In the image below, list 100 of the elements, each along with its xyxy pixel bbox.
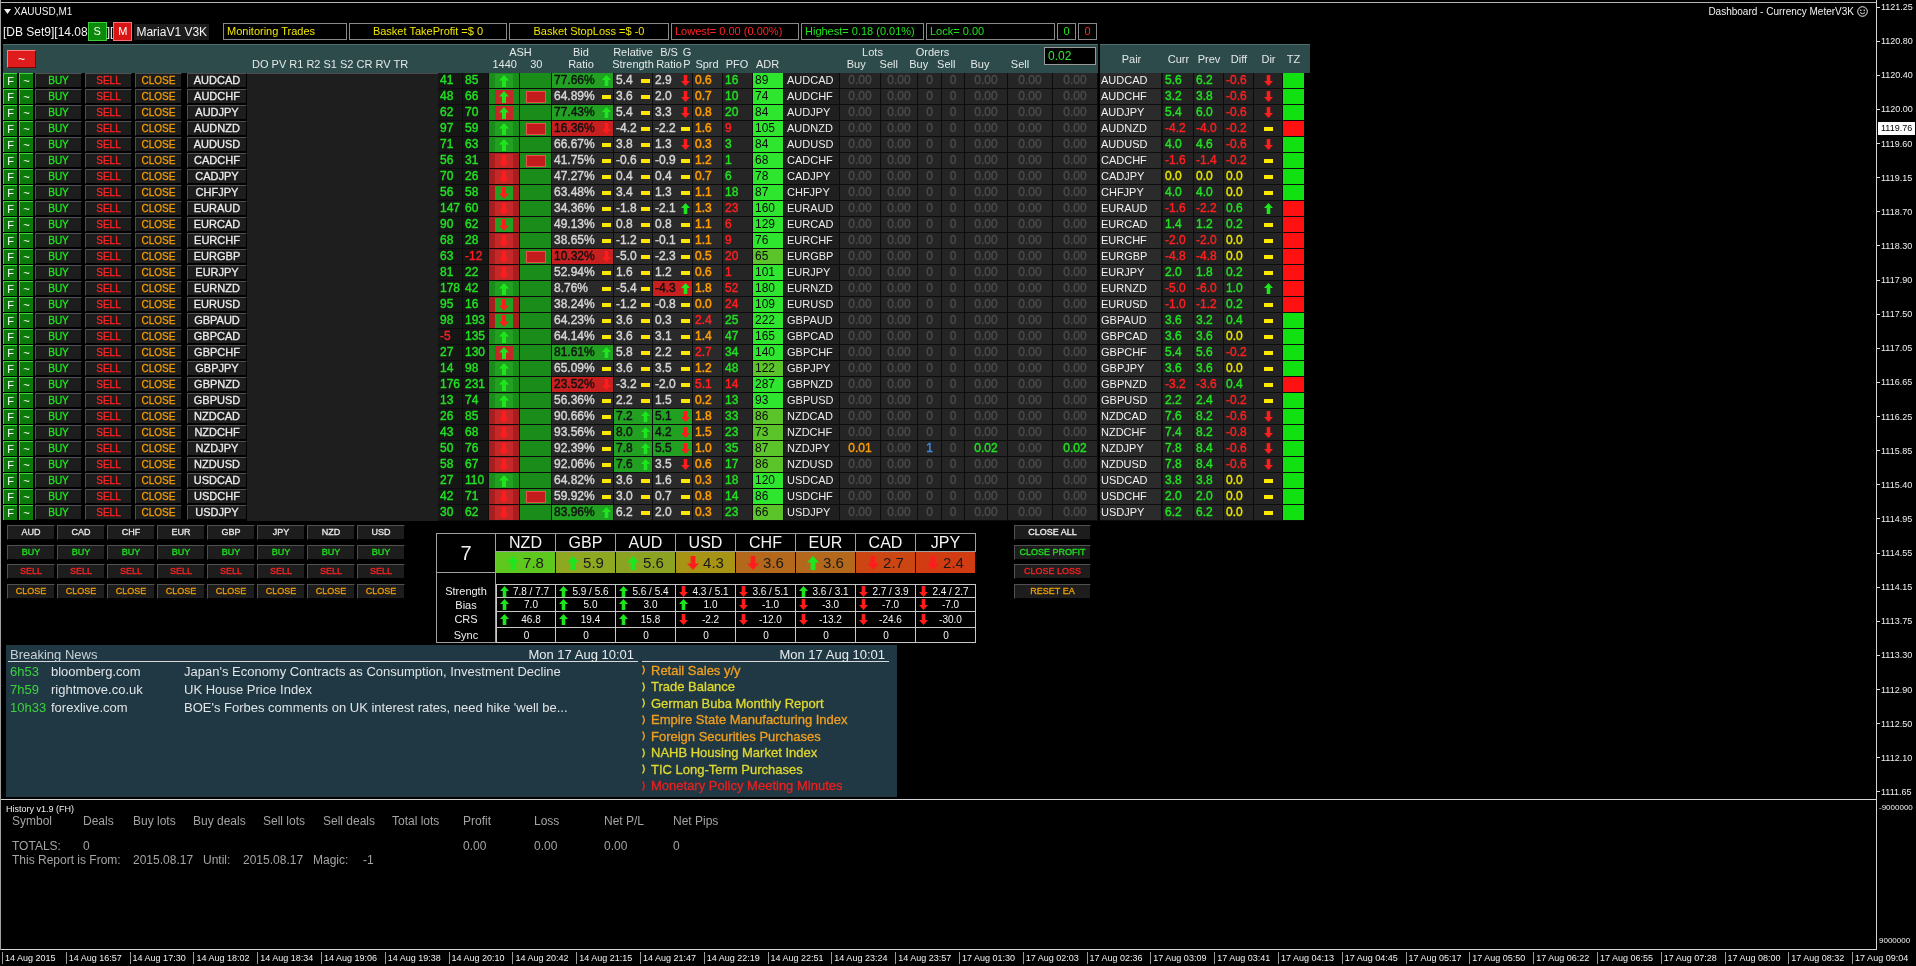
currency-button[interactable]: GBP <box>207 525 255 540</box>
sell-button[interactable]: SELL <box>85 233 132 248</box>
sell-button[interactable]: SELL <box>85 361 132 376</box>
f-button[interactable]: F <box>3 329 17 344</box>
close-button[interactable]: CLOSE <box>135 233 182 248</box>
buy-button[interactable]: BUY <box>35 281 82 296</box>
buy-button[interactable]: BUY <box>35 505 82 520</box>
pair-button[interactable]: GBPAUD <box>187 313 247 328</box>
f-button[interactable]: F <box>3 73 17 88</box>
sell-button[interactable]: SELL <box>157 564 205 579</box>
f-button[interactable]: F <box>3 425 17 440</box>
tilde-button[interactable]: ~ <box>19 265 33 280</box>
tilde-button[interactable]: ~ <box>19 201 33 216</box>
tilde-button[interactable]: ~ <box>19 73 33 88</box>
close-button[interactable]: CLOSE <box>135 505 182 520</box>
close-button[interactable]: CLOSE <box>135 153 182 168</box>
buy-button[interactable]: BUY <box>357 544 405 560</box>
close-button[interactable]: CLOSE <box>135 361 182 376</box>
close-button[interactable]: CLOSE <box>357 583 405 599</box>
close-button[interactable]: CLOSE <box>107 583 155 599</box>
pair-button[interactable]: EURNZD <box>187 281 247 296</box>
pair-button[interactable]: EURUSD <box>187 297 247 312</box>
close-button[interactable]: CLOSE <box>135 377 182 392</box>
close-button[interactable]: CLOSE <box>157 583 205 599</box>
action-button[interactable]: CLOSE ALL <box>1014 525 1091 540</box>
currency-button[interactable]: AUD <box>7 525 55 540</box>
f-button[interactable]: F <box>3 265 17 280</box>
buy-button[interactable]: BUY <box>35 217 82 232</box>
pair-button[interactable]: NZDJPY <box>187 441 247 456</box>
sell-button[interactable]: SELL <box>85 137 132 152</box>
f-button[interactable]: F <box>3 361 17 376</box>
close-button[interactable]: CLOSE <box>135 73 182 88</box>
sell-button[interactable]: SELL <box>85 121 132 136</box>
buy-button[interactable]: BUY <box>35 153 82 168</box>
pair-button[interactable]: GBPCHF <box>187 345 247 360</box>
pair-button[interactable]: AUDCAD <box>187 73 247 88</box>
lot-size-input[interactable]: 0.02 <box>1044 47 1096 65</box>
tilde-button[interactable]: ~ <box>19 297 33 312</box>
pair-button[interactable]: CADJPY <box>187 169 247 184</box>
close-button[interactable]: CLOSE <box>307 583 355 599</box>
sell-button[interactable]: SELL <box>85 313 132 328</box>
buy-button[interactable]: BUY <box>35 393 82 408</box>
buy-button[interactable]: BUY <box>35 377 82 392</box>
close-button[interactable]: CLOSE <box>135 457 182 472</box>
f-button[interactable]: F <box>3 281 17 296</box>
close-button[interactable]: CLOSE <box>135 169 182 184</box>
sell-button[interactable]: SELL <box>85 105 132 120</box>
action-button[interactable]: CLOSE LOSS <box>1014 564 1091 579</box>
sell-button[interactable]: SELL <box>85 297 132 312</box>
tilde-button[interactable]: ~ <box>19 505 33 520</box>
f-button[interactable]: F <box>3 153 17 168</box>
close-button[interactable]: CLOSE <box>135 137 182 152</box>
buy-button[interactable]: BUY <box>35 409 82 424</box>
close-button[interactable]: CLOSE <box>135 89 182 104</box>
close-button[interactable]: CLOSE <box>135 473 182 488</box>
sell-button[interactable]: SELL <box>7 564 55 579</box>
pair-button[interactable]: GBPCAD <box>187 329 247 344</box>
pair-button[interactable]: USDCHF <box>187 489 247 504</box>
tilde-button[interactable]: ~ <box>19 137 33 152</box>
buy-button[interactable]: BUY <box>35 457 82 472</box>
f-button[interactable]: F <box>3 345 17 360</box>
pair-button[interactable]: EURGBP <box>187 249 247 264</box>
buy-button[interactable]: BUY <box>257 544 305 560</box>
buy-button[interactable]: BUY <box>107 544 155 560</box>
tilde-button[interactable]: ~ <box>19 249 33 264</box>
close-button[interactable]: CLOSE <box>7 583 55 599</box>
buy-button[interactable]: BUY <box>157 544 205 560</box>
sell-button[interactable]: SELL <box>85 393 132 408</box>
close-button[interactable]: CLOSE <box>135 185 182 200</box>
buy-button[interactable]: BUY <box>35 121 82 136</box>
pair-button[interactable]: CADCHF <box>187 153 247 168</box>
pair-button[interactable]: NZDCHF <box>187 425 247 440</box>
f-button[interactable]: F <box>3 105 17 120</box>
tilde-button[interactable]: ~ <box>19 393 33 408</box>
buy-button[interactable]: BUY <box>35 265 82 280</box>
sell-button[interactable]: SELL <box>57 564 105 579</box>
sell-button[interactable]: SELL <box>85 201 132 216</box>
close-button[interactable]: CLOSE <box>135 393 182 408</box>
buy-button[interactable]: BUY <box>35 233 82 248</box>
currency-button[interactable]: USD <box>357 525 405 540</box>
sell-button[interactable]: SELL <box>85 505 132 520</box>
f-button[interactable]: F <box>3 505 17 520</box>
sell-button[interactable]: SELL <box>357 564 405 579</box>
pair-button[interactable]: NZDUSD <box>187 457 247 472</box>
tilde-button[interactable]: ~ <box>19 377 33 392</box>
tilde-button[interactable]: ~ <box>19 217 33 232</box>
sell-button[interactable]: SELL <box>85 409 132 424</box>
tilde-button[interactable]: ~ <box>19 169 33 184</box>
buy-button[interactable]: BUY <box>307 544 355 560</box>
sell-button[interactable]: SELL <box>207 564 255 579</box>
f-button[interactable]: F <box>3 169 17 184</box>
buy-button[interactable]: BUY <box>35 169 82 184</box>
pair-button[interactable]: AUDJPY <box>187 105 247 120</box>
currency-button[interactable]: CAD <box>57 525 105 540</box>
sell-button[interactable]: SELL <box>85 377 132 392</box>
tilde-button[interactable]: ~ <box>19 233 33 248</box>
pair-button[interactable]: USDCAD <box>187 473 247 488</box>
tilde-button[interactable]: ~ <box>19 185 33 200</box>
close-button[interactable]: CLOSE <box>135 489 182 504</box>
f-button[interactable]: F <box>3 89 17 104</box>
